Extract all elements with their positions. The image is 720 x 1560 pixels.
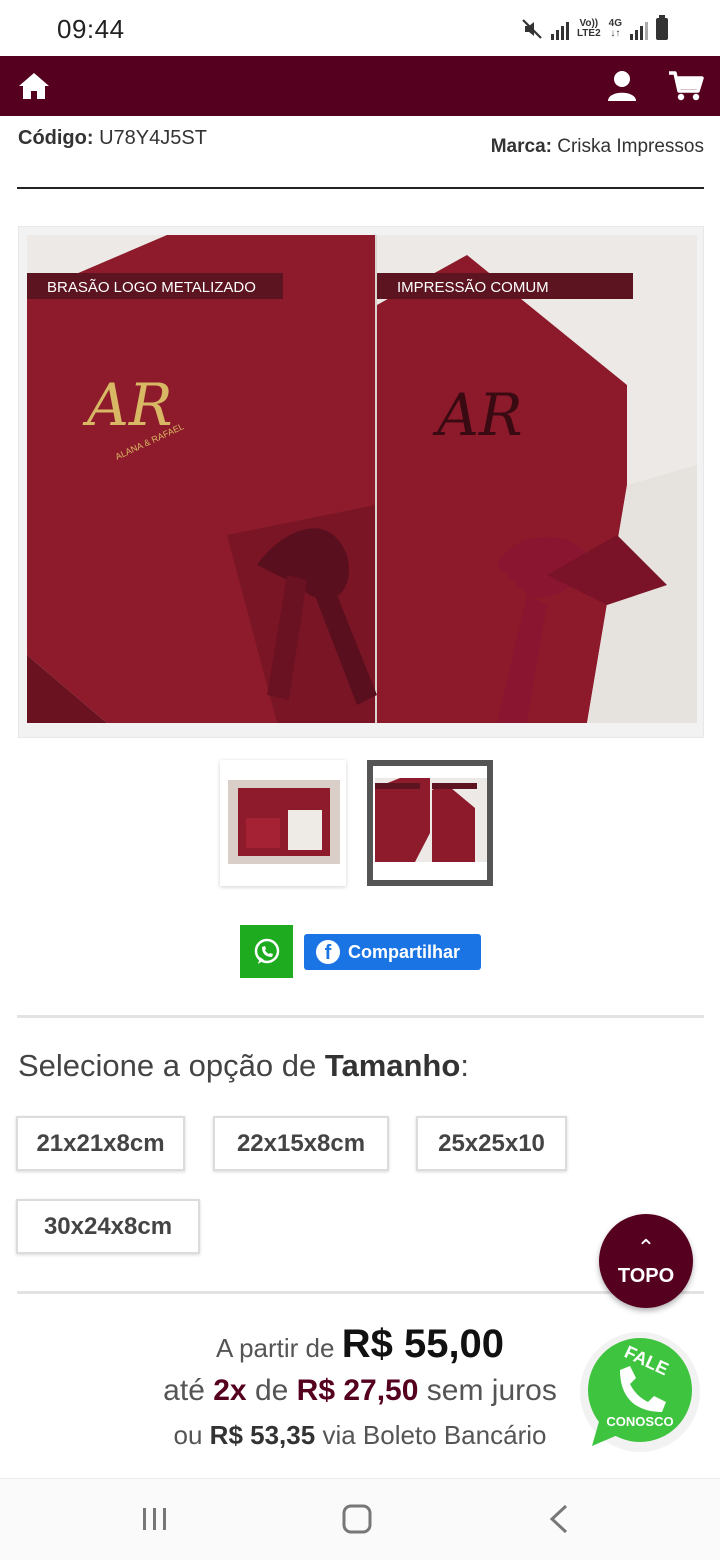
thumbnail-1[interactable] xyxy=(220,760,346,886)
facebook-share-label: Compartilhar xyxy=(348,941,461,962)
thumbnail-2-selected[interactable] xyxy=(367,760,493,886)
product-main-image[interactable]: BRASÃO LOGO METALIZADO IMPRESSÃO COMUM A… xyxy=(18,226,704,738)
monogram-gold: AR xyxy=(82,371,173,439)
size-option-21x21x8[interactable]: 21x21x8cm xyxy=(16,1116,185,1171)
monogram-dark: AR xyxy=(432,381,523,449)
conosco-label: CONOSCO xyxy=(606,1414,673,1429)
brand-value: Criska Impressos xyxy=(557,136,704,157)
status-time: 09:44 xyxy=(57,14,125,44)
facebook-icon: f xyxy=(316,940,340,964)
size-option-22x15x8[interactable]: 22x15x8cm xyxy=(213,1116,389,1171)
top-nav xyxy=(0,56,720,116)
home-button[interactable] xyxy=(337,1499,377,1539)
back-button[interactable] xyxy=(539,1499,579,1539)
signal-icon xyxy=(550,18,569,40)
product-code-value: U78Y4J5ST xyxy=(99,127,207,149)
mute-icon xyxy=(522,19,542,39)
facebook-share-button[interactable]: f Compartilhar xyxy=(304,934,481,970)
brand-label: Marca: xyxy=(490,136,552,157)
product-code: Código: U78Y4J5ST xyxy=(18,127,207,150)
divider xyxy=(17,1015,704,1018)
home-icon[interactable] xyxy=(14,66,54,106)
whatsapp-contact-button[interactable]: FALE CONOSCO xyxy=(576,1330,704,1458)
image-label-right: IMPRESSÃO COMUM xyxy=(397,279,549,296)
status-bar: 09:44 Vo)) LTE2 4G ↓↑ xyxy=(0,0,720,56)
battery-icon xyxy=(656,15,668,40)
image-label-left: BRASÃO LOGO METALIZADO xyxy=(47,279,256,296)
whatsapp-icon xyxy=(254,938,279,964)
divider xyxy=(17,1291,704,1294)
back-to-top-button[interactable]: ⌃ TOPO xyxy=(599,1214,693,1308)
whatsapp-share-button[interactable] xyxy=(240,925,293,978)
user-icon[interactable] xyxy=(602,66,642,106)
price-value: R$ 55,00 xyxy=(341,1322,505,1366)
system-nav-bar xyxy=(0,1478,720,1560)
product-code-label: Código: xyxy=(18,127,94,149)
status-icons: Vo)) LTE2 4G ↓↑ xyxy=(521,14,668,44)
network-gen-indicator: 4G ↓↑ xyxy=(608,18,622,39)
volte-indicator: Vo)) LTE2 xyxy=(576,18,601,39)
size-option-30x24x8[interactable]: 30x24x8cm xyxy=(16,1199,200,1254)
product-brand: Marca: Criska Impressos xyxy=(491,136,704,158)
cart-icon[interactable] xyxy=(666,66,706,106)
option-title: Selecione a opção de Tamanho: xyxy=(18,1048,469,1083)
signal-icon-2 xyxy=(630,18,648,40)
recent-apps-button[interactable] xyxy=(135,1499,175,1539)
divider xyxy=(17,187,704,189)
chevron-up-icon: ⌃ xyxy=(636,1234,656,1260)
size-option-25x25x10[interactable]: 25x25x10 xyxy=(416,1116,567,1171)
